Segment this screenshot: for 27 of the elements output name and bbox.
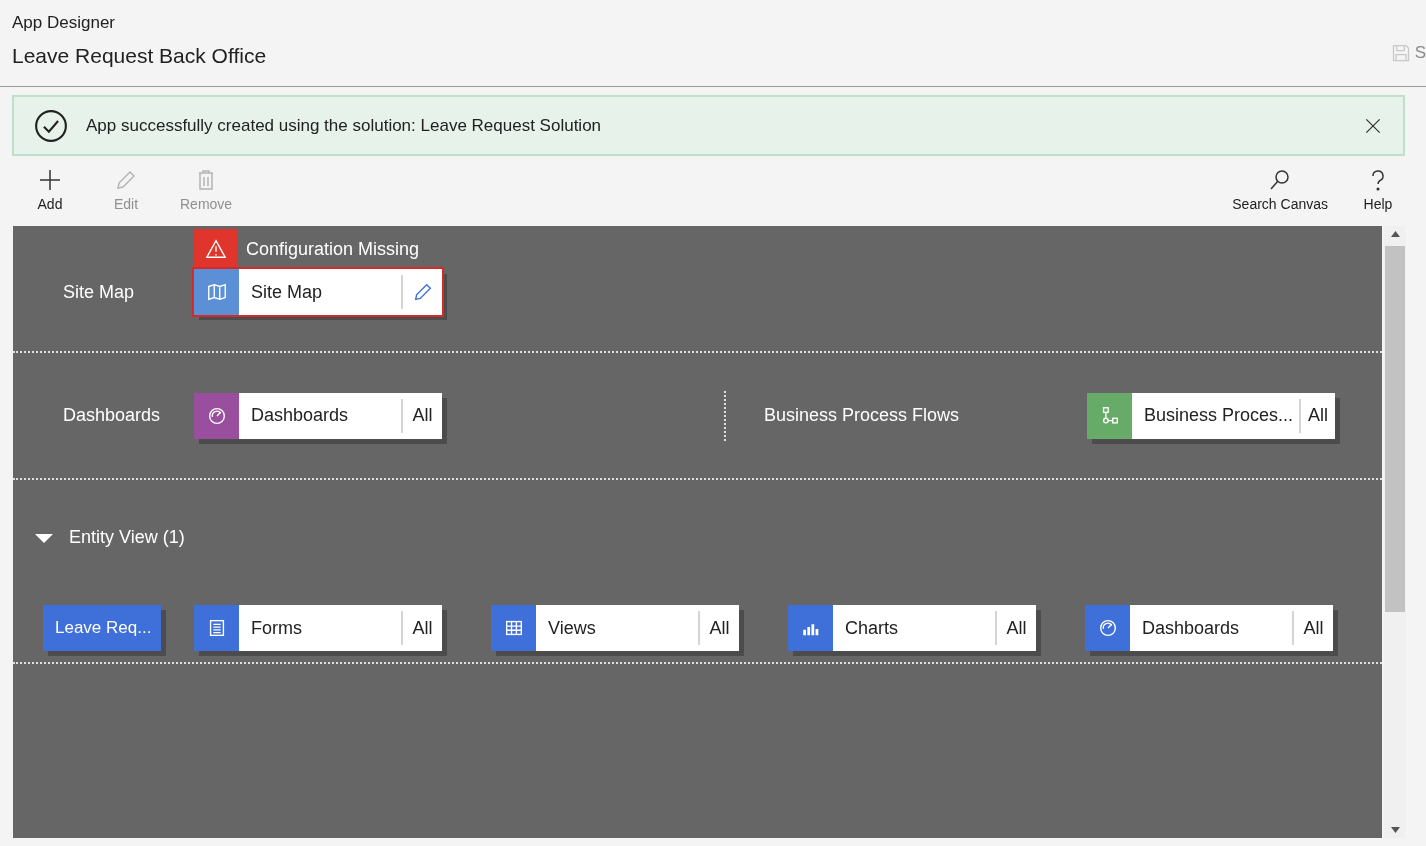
toolbar-button[interactable]: Search Canvas	[1226, 156, 1334, 226]
section-label: Entity View (1)	[69, 526, 185, 549]
tile-label[interactable]: Views	[536, 605, 698, 651]
notification-message: App successfully created using the solution: Leave Request Solution	[86, 114, 603, 137]
check-circle-icon	[34, 108, 68, 143]
row-label: Dashboards	[63, 404, 162, 427]
map-icon	[205, 281, 228, 303]
tile-label[interactable]: Charts	[833, 605, 995, 651]
toolbar-button[interactable]: Add	[22, 156, 78, 226]
scroll-down-arrow[interactable]	[1390, 827, 1400, 833]
tile-label[interactable]: Forms	[239, 605, 401, 651]
scroll-up-arrow[interactable]	[1390, 231, 1400, 237]
app-name: App Designer	[12, 12, 116, 34]
row-label: Site Map	[63, 281, 136, 304]
tile-label[interactable]: Business Proces...	[1132, 392, 1300, 439]
tile-label[interactable]: Site Map	[239, 269, 401, 315]
tile-label[interactable]: Dashboards	[1130, 605, 1292, 651]
save-icon	[1390, 42, 1411, 63]
toolbar-button[interactable]: Help	[1350, 156, 1406, 226]
tile-label[interactable]: Dashboards	[239, 392, 401, 439]
plus-icon	[38, 167, 62, 192]
row-label: Business Process Flows	[764, 404, 961, 427]
app-title: Leave Request Back Office	[12, 42, 267, 69]
warning-icon	[205, 238, 227, 260]
scrollbar[interactable]	[1384, 226, 1406, 838]
scrollbar-thumb[interactable]	[1385, 246, 1405, 612]
warning-text: Configuration Missing	[246, 237, 420, 261]
